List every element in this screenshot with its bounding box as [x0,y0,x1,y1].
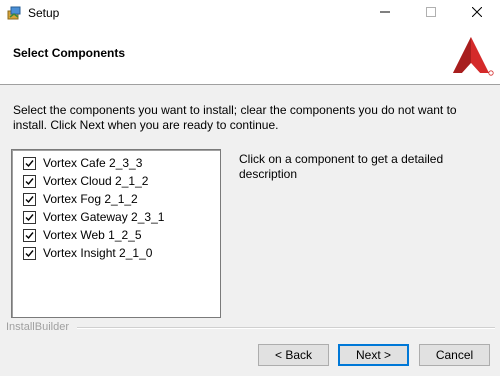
component-checkbox[interactable] [23,156,36,170]
close-button[interactable] [454,0,500,26]
checkmark-icon [25,159,34,167]
maximize-button[interactable] [408,0,454,26]
setup-app-icon [6,5,22,21]
title-bar: Setup [0,0,500,26]
installbuilder-brand: InstallBuilder [6,321,69,333]
checkmark-icon [25,249,34,257]
component-label: Vortex Cafe 2_3_3 [43,156,143,170]
checkmark-icon [25,195,34,203]
checkmark-icon [25,177,34,185]
installbuilder-logo [447,33,495,79]
wizard-body: Select the components you want to instal… [0,85,500,376]
component-checkbox[interactable] [23,210,36,224]
minimize-icon [380,6,390,20]
wizard-header: Select Components [0,26,500,85]
back-button[interactable]: < Back [258,344,329,366]
minimize-button[interactable] [362,0,408,26]
checkmark-icon [25,231,34,239]
maximize-icon [426,6,436,20]
component-checkbox[interactable] [23,246,36,260]
footer-divider [77,327,495,329]
close-icon [471,6,483,20]
instructions-text: Select the components you want to instal… [13,103,457,132]
component-label: Vortex Web 1_2_5 [43,228,142,242]
next-button[interactable]: Next > [338,344,409,366]
component-item[interactable]: Vortex Insight 2_1_0 [23,244,152,262]
component-item[interactable]: Vortex Cafe 2_3_3 [23,154,142,172]
component-item[interactable]: Vortex Gateway 2_3_1 [23,208,164,226]
component-checkbox[interactable] [23,228,36,242]
component-label: Vortex Insight 2_1_0 [43,246,153,260]
window-title: Setup [28,6,60,20]
component-item[interactable]: Vortex Cloud 2_1_2 [23,172,148,190]
installbuilder-separator: InstallBuilder [0,321,500,335]
component-checkbox[interactable] [23,174,36,188]
component-description: Click on a component to get a detailed d… [239,152,444,181]
component-item[interactable]: Vortex Web 1_2_5 [23,226,142,244]
components-list[interactable]: Vortex Cafe 2_3_3 Vortex Cloud 2_1_2 Vor… [11,149,221,318]
checkmark-icon [25,213,34,221]
component-label: Vortex Fog 2_1_2 [43,192,138,206]
component-checkbox[interactable] [23,192,36,206]
component-label: Vortex Gateway 2_3_1 [43,210,165,224]
component-label: Vortex Cloud 2_1_2 [43,174,149,188]
component-item[interactable]: Vortex Fog 2_1_2 [23,190,138,208]
cancel-button[interactable]: Cancel [419,344,490,366]
page-title: Select Components [13,46,126,60]
